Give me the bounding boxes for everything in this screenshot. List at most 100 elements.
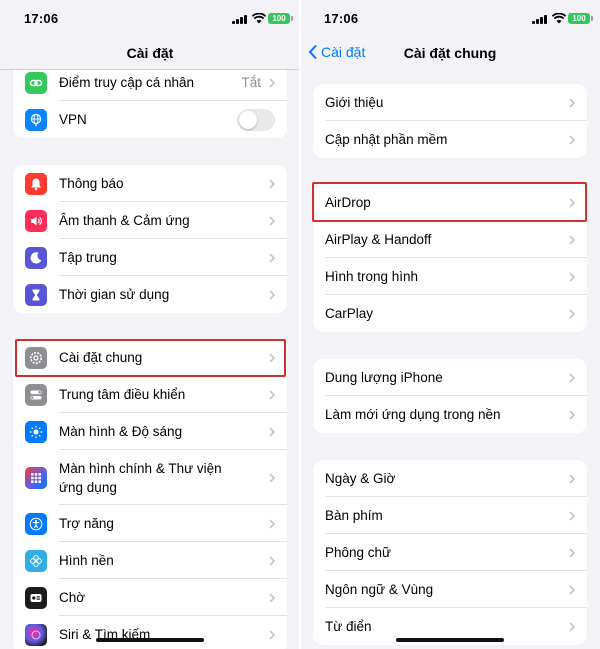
general-item-label: Cập nhật phần mềm	[325, 132, 448, 147]
settings-group-notifications: Thông báo Âm thanh & Cảm ứng Tập trung T…	[13, 165, 287, 313]
signal-icon	[232, 15, 248, 24]
gear-icon	[25, 346, 47, 369]
chevron-right-icon	[269, 352, 275, 363]
status-bar: 17:06 100	[0, 0, 300, 38]
chevron-right-icon	[569, 621, 575, 632]
chevron-right-icon	[269, 426, 275, 437]
chevron-right-icon	[569, 271, 575, 282]
chevron-right-icon	[569, 97, 575, 108]
home-indicator	[96, 638, 204, 642]
chevron-right-icon	[569, 234, 575, 245]
general-item-label: Bàn phím	[325, 508, 383, 523]
grid-icon	[25, 466, 47, 489]
nav-bar: Cài đặt	[0, 38, 300, 70]
general-item-fonts[interactable]: Phông chữ	[313, 534, 587, 571]
chevron-right-icon	[569, 510, 575, 521]
settings-item-standby[interactable]: Chờ	[13, 579, 287, 616]
chevron-right-icon	[569, 547, 575, 558]
settings-item-accessibility[interactable]: Trợ năng	[13, 505, 287, 542]
chevron-right-icon	[269, 472, 275, 483]
sun-icon	[25, 420, 47, 443]
nav-bar: Cài đặt Cài đặt chung	[300, 38, 600, 70]
general-item-language-region[interactable]: Ngôn ngữ & Vùng	[313, 571, 587, 608]
globe-icon	[25, 108, 47, 131]
page-title: Cài đặt	[126, 45, 174, 61]
chevron-right-icon	[269, 289, 275, 300]
general-item-airdrop[interactable]: AirDrop	[313, 184, 587, 221]
settings-item-home-screen[interactable]: Màn hình chính & Thư viện ứng dụng	[13, 450, 287, 505]
settings-item-sounds[interactable]: Âm thanh & Cảm ứng	[13, 202, 287, 239]
settings-item-label: Màn hình chính & Thư viện ứng dụng	[59, 460, 222, 495]
switches-icon	[25, 383, 47, 406]
settings-item-label: Âm thanh & Cảm ứng	[59, 213, 190, 228]
chevron-right-icon	[569, 584, 575, 595]
bell-icon	[25, 172, 47, 195]
general-item-label: AirDrop	[325, 195, 371, 210]
settings-item-vpn: VPN	[13, 101, 287, 138]
general-item-label: Dung lượng iPhone	[325, 370, 443, 385]
home-indicator	[396, 638, 504, 642]
chevron-right-icon	[269, 592, 275, 603]
chevron-right-icon	[269, 215, 275, 226]
battery-icon: 100	[568, 13, 593, 24]
settings-item-screen-time[interactable]: Thời gian sử dụng	[13, 276, 287, 313]
general-item-label: Từ điển	[325, 619, 372, 634]
settings-item-label: Tập trung	[59, 250, 117, 265]
vpn-toggle[interactable]	[237, 109, 275, 131]
chevron-right-icon	[569, 372, 575, 383]
status-bar: 17:06 100	[300, 0, 600, 38]
general-item-picture-in-picture[interactable]: Hình trong hình	[313, 258, 587, 295]
settings-item-label: Thời gian sử dụng	[59, 287, 170, 302]
chevron-right-icon	[269, 252, 275, 263]
general-item-airplay-handoff[interactable]: AirPlay & Handoff	[313, 221, 587, 258]
status-time: 17:06	[24, 11, 59, 26]
general-item-label: AirPlay & Handoff	[325, 232, 432, 247]
general-item-label: Ngôn ngữ & Vùng	[325, 582, 434, 597]
chevron-right-icon	[569, 197, 575, 208]
settings-item-label: Cài đặt chung	[59, 350, 143, 365]
settings-item-siri[interactable]: Siri & Tìm kiếm	[13, 616, 287, 649]
settings-group-general: Cài đặt chung Trung tâm điều khiển Màn h…	[13, 339, 287, 649]
chevron-right-icon	[269, 77, 275, 88]
general-item-keyboard[interactable]: Bàn phím	[313, 497, 587, 534]
general-item-label: Ngày & Giờ	[325, 471, 396, 486]
general-item-background-refresh[interactable]: Làm mới ứng dụng trong nền	[313, 396, 587, 433]
hourglass-icon	[25, 283, 47, 306]
chevron-right-icon	[569, 134, 575, 145]
wifi-icon	[552, 13, 566, 24]
toggle-knob	[239, 111, 257, 129]
page-title: Cài đặt chung	[403, 45, 497, 61]
general-item-date-time[interactable]: Ngày & Giờ	[313, 460, 587, 497]
general-item-software-update[interactable]: Cập nhật phần mềm	[313, 121, 587, 158]
general-item-label: Giới thiệu	[325, 95, 384, 110]
app-root: 17:06 100 Cài đặt Điểm truy cập cá nhân …	[0, 0, 600, 649]
general-item-about[interactable]: Giới thiệu	[313, 84, 587, 121]
chevron-right-icon	[269, 389, 275, 400]
hotspot-status: Tắt	[241, 75, 261, 90]
wifi-icon	[252, 13, 266, 24]
general-settings-screen: 17:06 100 Cài đặt Cài đặt chung Giới thi…	[300, 0, 600, 649]
battery-icon: 100	[268, 13, 293, 24]
settings-item-general[interactable]: Cài đặt chung	[13, 339, 287, 376]
settings-item-notifications[interactable]: Thông báo	[13, 165, 287, 202]
settings-item-label: Thông báo	[59, 176, 124, 191]
general-item-iphone-storage[interactable]: Dung lượng iPhone	[313, 359, 587, 396]
settings-item-control-center[interactable]: Trung tâm điều khiển	[13, 376, 287, 413]
signal-icon	[532, 15, 548, 24]
settings-item-label: Hình nền	[59, 553, 114, 568]
chevron-right-icon	[569, 308, 575, 319]
flower-icon	[25, 549, 47, 572]
settings-item-display[interactable]: Màn hình & Độ sáng	[13, 413, 287, 450]
settings-group-network: Điểm truy cập cá nhân Tắt VPN	[13, 64, 287, 138]
general-item-label: Hình trong hình	[325, 269, 419, 284]
general-item-carplay[interactable]: CarPlay	[313, 295, 587, 332]
chevron-right-icon	[569, 473, 575, 484]
general-group-locale: Ngày & Giờ Bàn phím Phông chữ Ngôn ngữ &…	[313, 460, 587, 645]
accessibility-icon	[25, 512, 47, 535]
speaker-icon	[25, 209, 47, 232]
general-item-label: Làm mới ứng dụng trong nền	[325, 407, 501, 422]
chevron-right-icon	[269, 518, 275, 529]
settings-item-focus[interactable]: Tập trung	[13, 239, 287, 276]
settings-item-wallpaper[interactable]: Hình nền	[13, 542, 287, 579]
standby-icon	[25, 586, 47, 609]
